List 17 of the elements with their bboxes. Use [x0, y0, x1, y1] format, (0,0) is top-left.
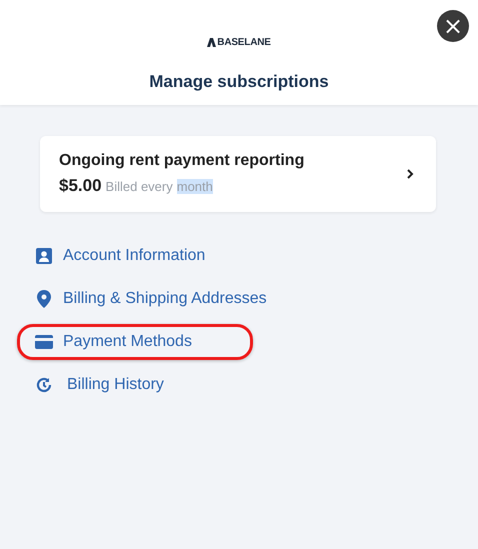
menu-link[interactable]: Account Information [17, 238, 253, 274]
close-button[interactable]: × [437, 10, 469, 42]
dialog-title: Manage subscriptions [149, 72, 329, 92]
subscription-card[interactable]: Ongoing rent payment reporting $5.00 Billed every month [40, 136, 436, 212]
account-icon [36, 248, 52, 264]
menu-link[interactable]: Payment Methods [17, 324, 253, 360]
menu-link[interactable]: Billing & Shipping Addresses [17, 281, 282, 317]
logo-icon [207, 38, 216, 47]
billing-note: Billed every [106, 179, 173, 194]
credit-card-icon [35, 335, 53, 349]
history-icon [36, 377, 52, 393]
location-pin-icon [37, 290, 51, 308]
subscription-price: $5.00 [59, 176, 102, 196]
logo-text: BASELANE [217, 37, 271, 48]
menu-link[interactable]: Billing History [17, 367, 253, 403]
selected-text: month [176, 179, 213, 194]
subscription-name: Ongoing rent payment reporting [59, 152, 304, 170]
